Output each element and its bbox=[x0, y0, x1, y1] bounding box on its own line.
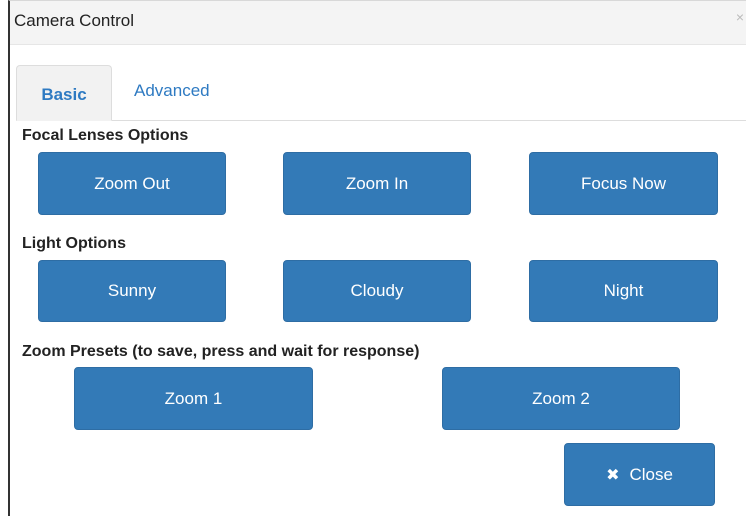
zoom-presets-heading: Zoom Presets (to save, press and wait fo… bbox=[22, 343, 420, 360]
tab-bar: Basic Advanced bbox=[16, 65, 746, 121]
zoom-1-button[interactable]: Zoom 1 bbox=[74, 367, 313, 430]
focus-now-button[interactable]: Focus Now bbox=[529, 152, 718, 215]
times-icon: ✖ bbox=[606, 466, 620, 484]
zoom-2-button[interactable]: Zoom 2 bbox=[442, 367, 680, 430]
cloudy-button[interactable]: Cloudy bbox=[283, 260, 471, 322]
close-icon[interactable]: × bbox=[736, 9, 744, 25]
tab-advanced[interactable]: Advanced bbox=[134, 65, 210, 121]
night-button[interactable]: Night bbox=[529, 260, 718, 322]
dialog-title: Camera Control bbox=[14, 11, 134, 30]
tab-basic[interactable]: Basic bbox=[16, 65, 112, 121]
sunny-button[interactable]: Sunny bbox=[38, 260, 226, 322]
dialog-titlebar: Camera Control × bbox=[10, 1, 746, 45]
focal-lenses-heading: Focal Lenses Options bbox=[22, 127, 189, 144]
zoom-out-button[interactable]: Zoom Out bbox=[38, 152, 226, 215]
light-options-heading: Light Options bbox=[22, 235, 126, 252]
close-button-label: Close bbox=[629, 464, 673, 484]
camera-control-dialog: Camera Control × Basic Advanced Focal Le… bbox=[8, 0, 746, 516]
close-button[interactable]: ✖ Close bbox=[564, 443, 715, 506]
zoom-in-button[interactable]: Zoom In bbox=[283, 152, 471, 215]
